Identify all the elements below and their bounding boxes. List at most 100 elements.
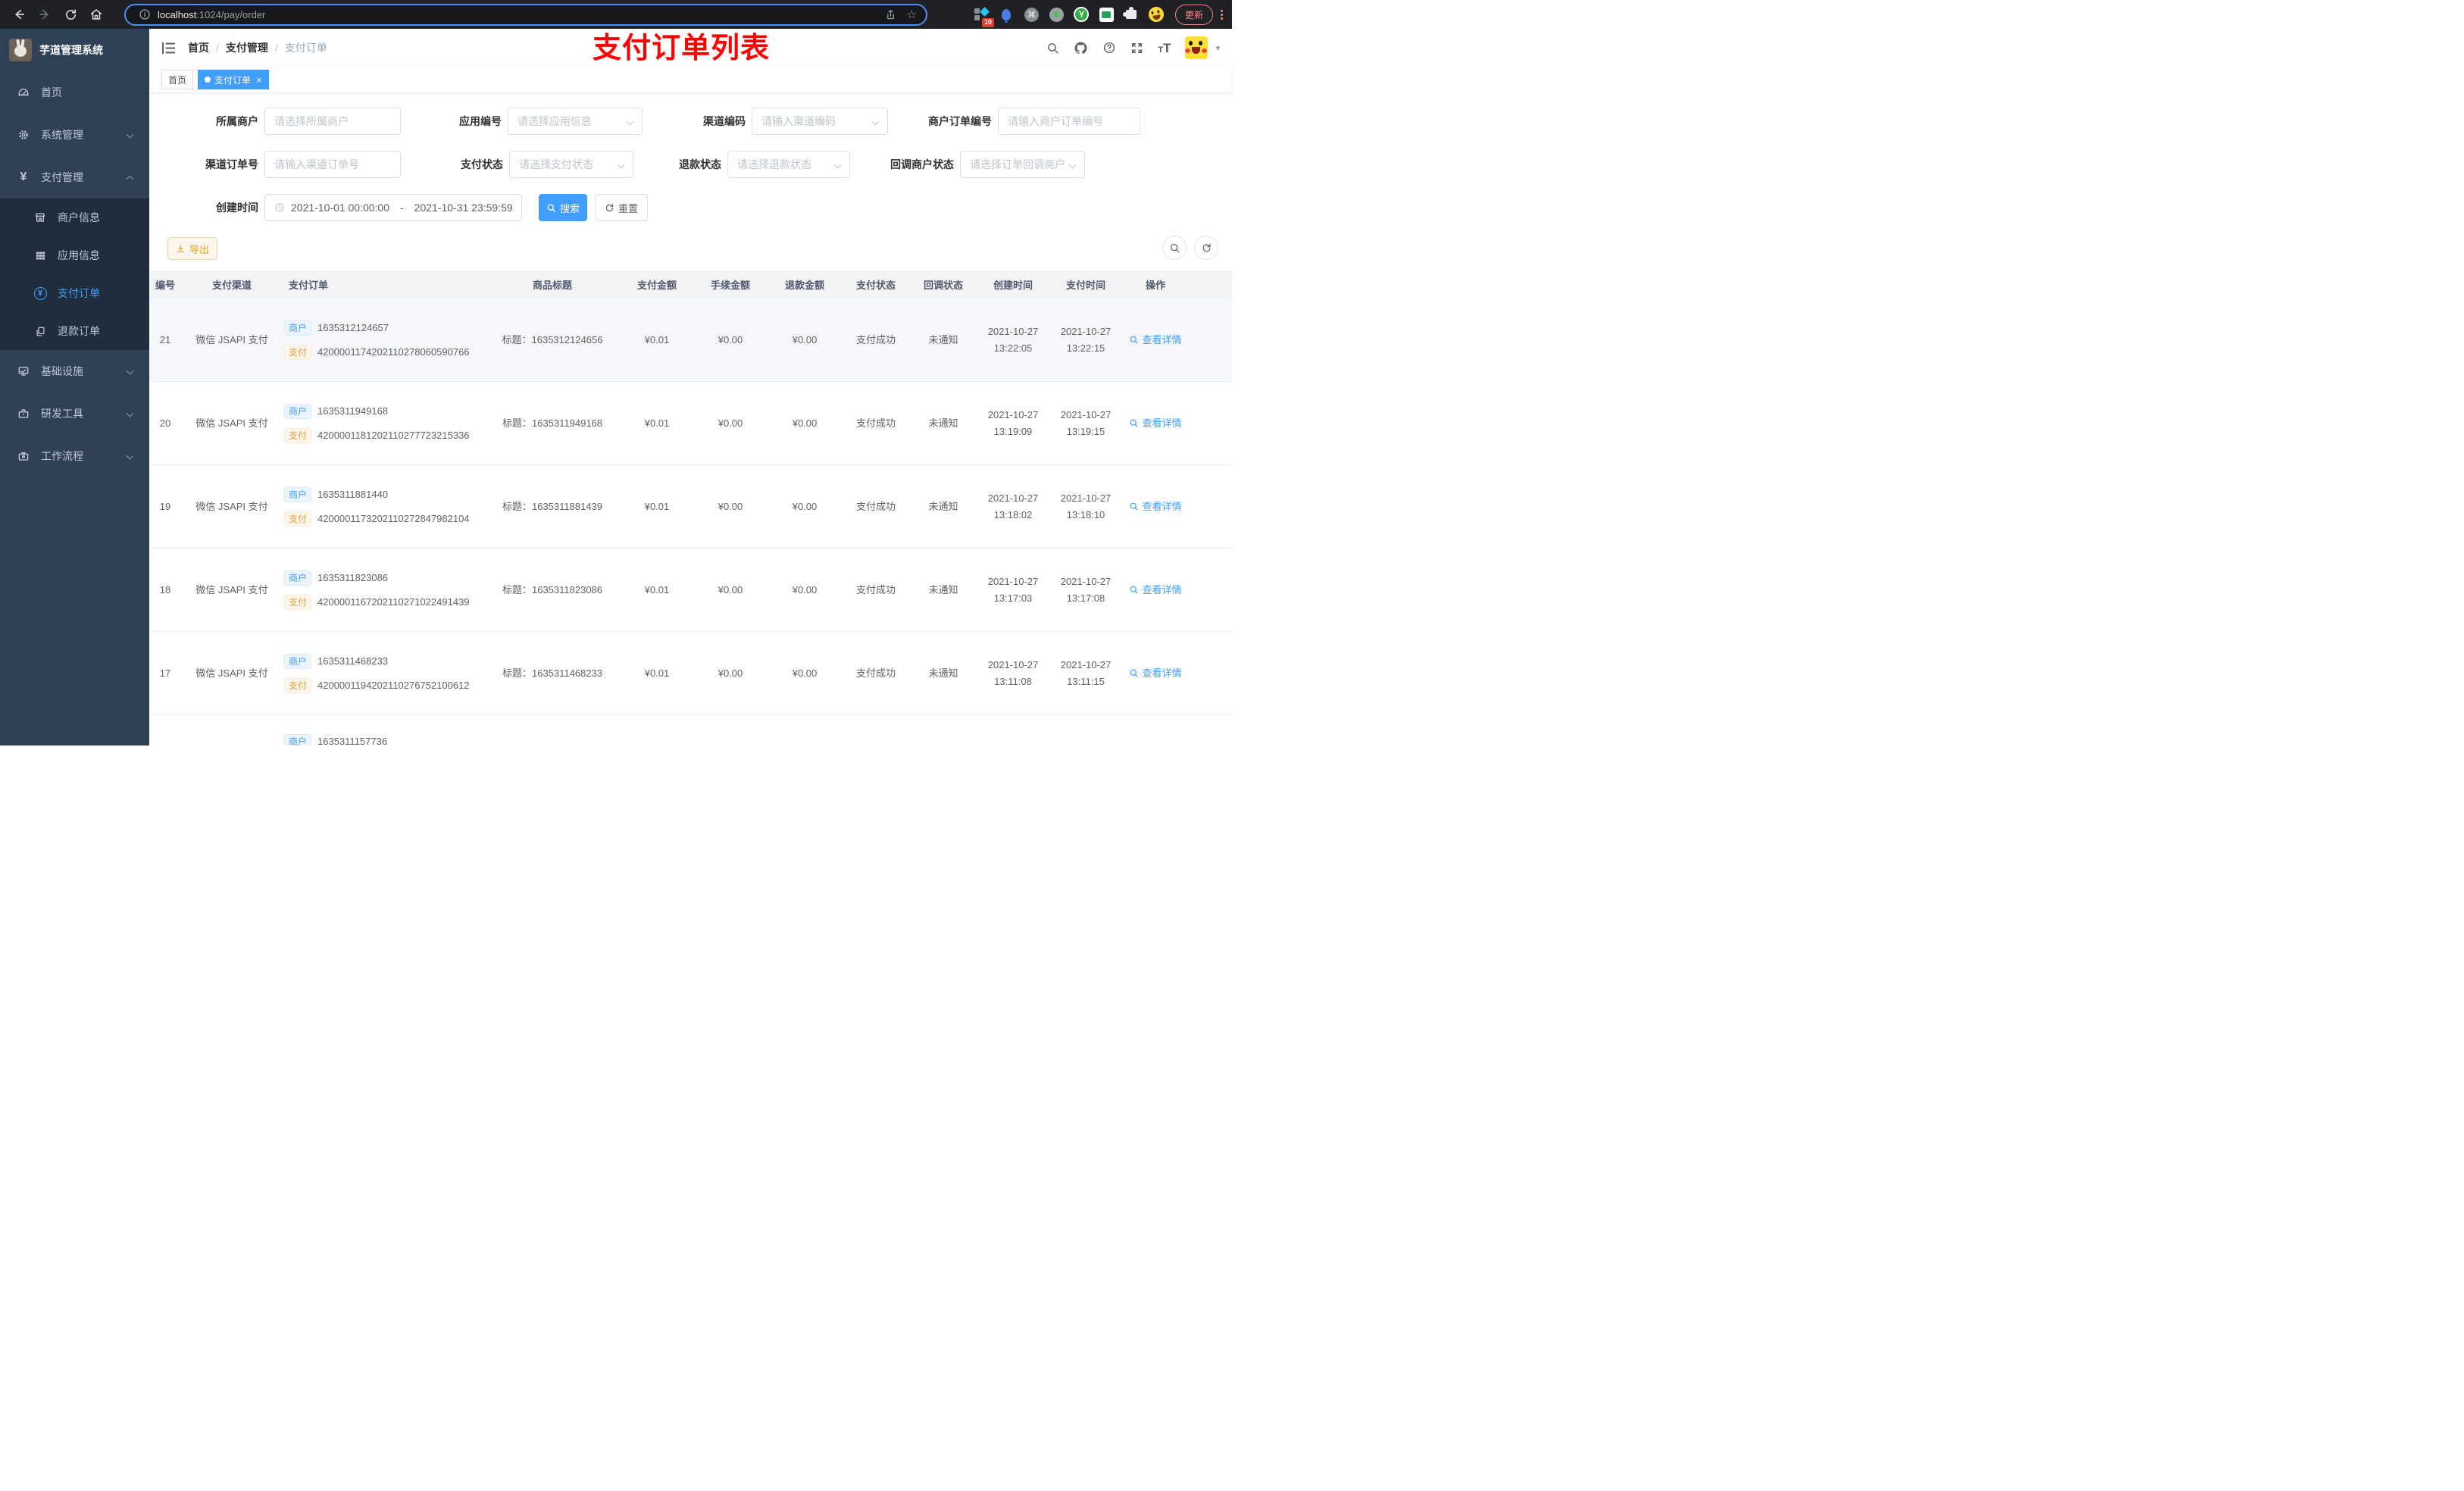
chevron-down-icon (126, 452, 134, 460)
tag-home[interactable]: 首页 (161, 70, 194, 89)
extension-blocks-icon[interactable]: 10 (974, 7, 994, 27)
merchant-order-no: 1635311949168 (317, 405, 389, 417)
profile-emoji-icon[interactable] (1147, 5, 1166, 23)
view-detail-link[interactable]: 查看详情 (1129, 416, 1182, 431)
tag-close-icon[interactable]: × (256, 75, 262, 85)
hamburger-icon[interactable] (161, 42, 176, 55)
notify-status-select[interactable]: 请选择订单回调商户状态 (960, 151, 1085, 178)
merchant-order-no: 1635311881440 (317, 488, 389, 500)
app-select[interactable]: 请选择应用信息 (508, 108, 643, 135)
view-detail-link[interactable]: 查看详情 (1129, 333, 1182, 348)
extension-command-icon[interactable]: ⌘ (1024, 7, 1040, 23)
browser-home-button[interactable] (86, 5, 106, 24)
search-button[interactable]: 搜索 (539, 194, 587, 221)
extension-y-icon[interactable]: Y (1074, 7, 1090, 23)
view-detail-link[interactable]: 查看详情 (1129, 583, 1182, 598)
gear-icon (17, 129, 30, 141)
monitor-icon (17, 365, 30, 377)
sidebar-item-system[interactable]: 系统管理 (0, 114, 149, 156)
extensions-puzzle-icon[interactable] (1123, 7, 1140, 23)
channel-order-no-input[interactable] (264, 151, 401, 178)
channel-code-select[interactable]: 请输入渠道编码 (752, 108, 888, 135)
browser-reload-button[interactable] (61, 5, 80, 24)
user-avatar[interactable] (1185, 36, 1209, 59)
chevron-down-icon (126, 130, 134, 139)
grid-icon (33, 250, 47, 261)
pay-status-select[interactable]: 请选择支付状态 (509, 151, 633, 178)
app-title: 芋道管理系统 (39, 44, 103, 56)
breadcrumb-home[interactable]: 首页 (188, 40, 209, 55)
url-path: :1024/pay/order (196, 8, 266, 20)
sidebar-item-payment[interactable]: ¥ 支付管理 (0, 156, 149, 198)
sidebar-item-workflow[interactable]: 工作流程 (0, 435, 149, 477)
cell-pay-order: 商户 1635311881440 支付 4200001173202110272847… (278, 465, 484, 548)
refresh-button[interactable] (1194, 236, 1218, 260)
share-icon[interactable] (885, 9, 896, 20)
sidebar-item-label: 应用信息 (58, 249, 100, 261)
help-icon[interactable] (1102, 41, 1116, 55)
sidebar-item-infrastructure[interactable]: 基础设施 (0, 350, 149, 392)
sidebar-item-app-info[interactable]: 应用信息 (0, 236, 149, 274)
cell-pay-time: 2021-10-27 13:18:10 (1060, 492, 1112, 520)
view-detail-link[interactable]: 查看详情 (1129, 666, 1182, 681)
cell-create-time: 2021-10-27 13:17:03 (987, 575, 1039, 604)
breadcrumb-separator: / (216, 42, 219, 54)
filter-label-create-time: 创建时间 (216, 202, 258, 214)
header-channel: 支付渠道 (211, 279, 252, 291)
chevron-down-icon (126, 409, 134, 417)
sidebar-item-label: 商户信息 (58, 211, 100, 223)
merchant-order-no: 1635311823086 (317, 571, 389, 583)
avatar-caret-icon[interactable]: ▾ (1215, 43, 1220, 53)
view-detail-label: 查看详情 (1142, 417, 1182, 429)
font-size-icon[interactable]: TT (1158, 42, 1171, 55)
merchant-tag: 商户 (284, 734, 312, 746)
address-bar[interactable]: localhost:1024/pay/order ☆ (124, 3, 927, 26)
merchant-order-no-input[interactable] (998, 108, 1140, 135)
sidebar-logo-row[interactable]: 芋道管理系统 (0, 29, 149, 71)
filter-label-merchant: 所属商户 (216, 115, 258, 127)
table-header-row: 编号 支付渠道 支付订单 商品标题 支付金额 手续金额 退款金额 支付状态 回调… (149, 270, 1232, 299)
fullscreen-icon[interactable] (1130, 42, 1143, 55)
browser-forward-button[interactable] (35, 5, 55, 24)
cell-refund: ¥0.00 (792, 417, 818, 429)
breadcrumb: 首页 / 支付管理 / 支付订单 (188, 40, 327, 55)
bookmark-star-icon[interactable]: ☆ (907, 9, 917, 20)
view-detail-link[interactable]: 查看详情 (1129, 499, 1182, 514)
sidebar-item-refund-order[interactable]: 退款订单 (0, 312, 149, 350)
refund-status-select[interactable]: 请选择退款状态 (727, 151, 850, 178)
toggle-search-button[interactable] (1162, 236, 1187, 260)
extension-recorder-icon[interactable] (1049, 7, 1065, 23)
create-time-range[interactable]: 2021-10-01 00:00:00 - 2021-10-31 23:59:5… (264, 194, 522, 221)
reset-button[interactable]: 重置 (595, 194, 648, 221)
browser-update-button[interactable]: 更新 (1174, 4, 1213, 25)
github-icon[interactable] (1074, 41, 1088, 55)
browser-menu-icon[interactable] (1221, 9, 1223, 20)
merchant-input[interactable] (264, 108, 401, 135)
chevron-down-icon (833, 161, 842, 168)
cell-channel: 微信 JSAPI 支付 (195, 583, 268, 595)
sidebar-item-dev-tools[interactable]: 研发工具 (0, 392, 149, 435)
extension-chat-icon[interactable] (1099, 7, 1115, 23)
table-row-partial: 商户 1635311157736 (149, 715, 1232, 746)
search-icon[interactable] (1046, 42, 1059, 55)
filter-label-refund-status: 退款状态 (679, 158, 721, 170)
refund-status-placeholder: 请选择退款状态 (737, 158, 811, 170)
sidebar-item-home[interactable]: 首页 (0, 71, 149, 114)
breadcrumb-payment[interactable]: 支付管理 (226, 40, 268, 55)
site-info-icon[interactable] (135, 5, 155, 24)
sidebar-item-merchant-info[interactable]: 商户信息 (0, 198, 149, 236)
toolbox-icon (17, 408, 30, 420)
header-amount: 支付金额 (636, 279, 677, 291)
page-content: 所属商户 应用编号 请选择应用信息 渠道编码 请输入渠道编码 商户订单编号 渠道… (149, 92, 1232, 746)
browser-back-button[interactable] (9, 5, 29, 24)
header-title: 商品标题 (532, 279, 572, 291)
extension-balloon-icon[interactable] (999, 7, 1015, 23)
filter-label-app: 应用编号 (459, 115, 502, 127)
sidebar-item-label: 基础设施 (41, 365, 83, 377)
tag-label: 支付订单 (214, 74, 252, 86)
cell-channel: 微信 JSAPI 支付 (195, 417, 268, 429)
tag-pay-order[interactable]: 支付订单 × (198, 70, 269, 89)
sidebar-item-pay-order[interactable]: ¥ 支付订单 (0, 274, 149, 312)
extension-badge: 10 (981, 17, 994, 27)
export-button[interactable]: 导出 (167, 237, 218, 260)
